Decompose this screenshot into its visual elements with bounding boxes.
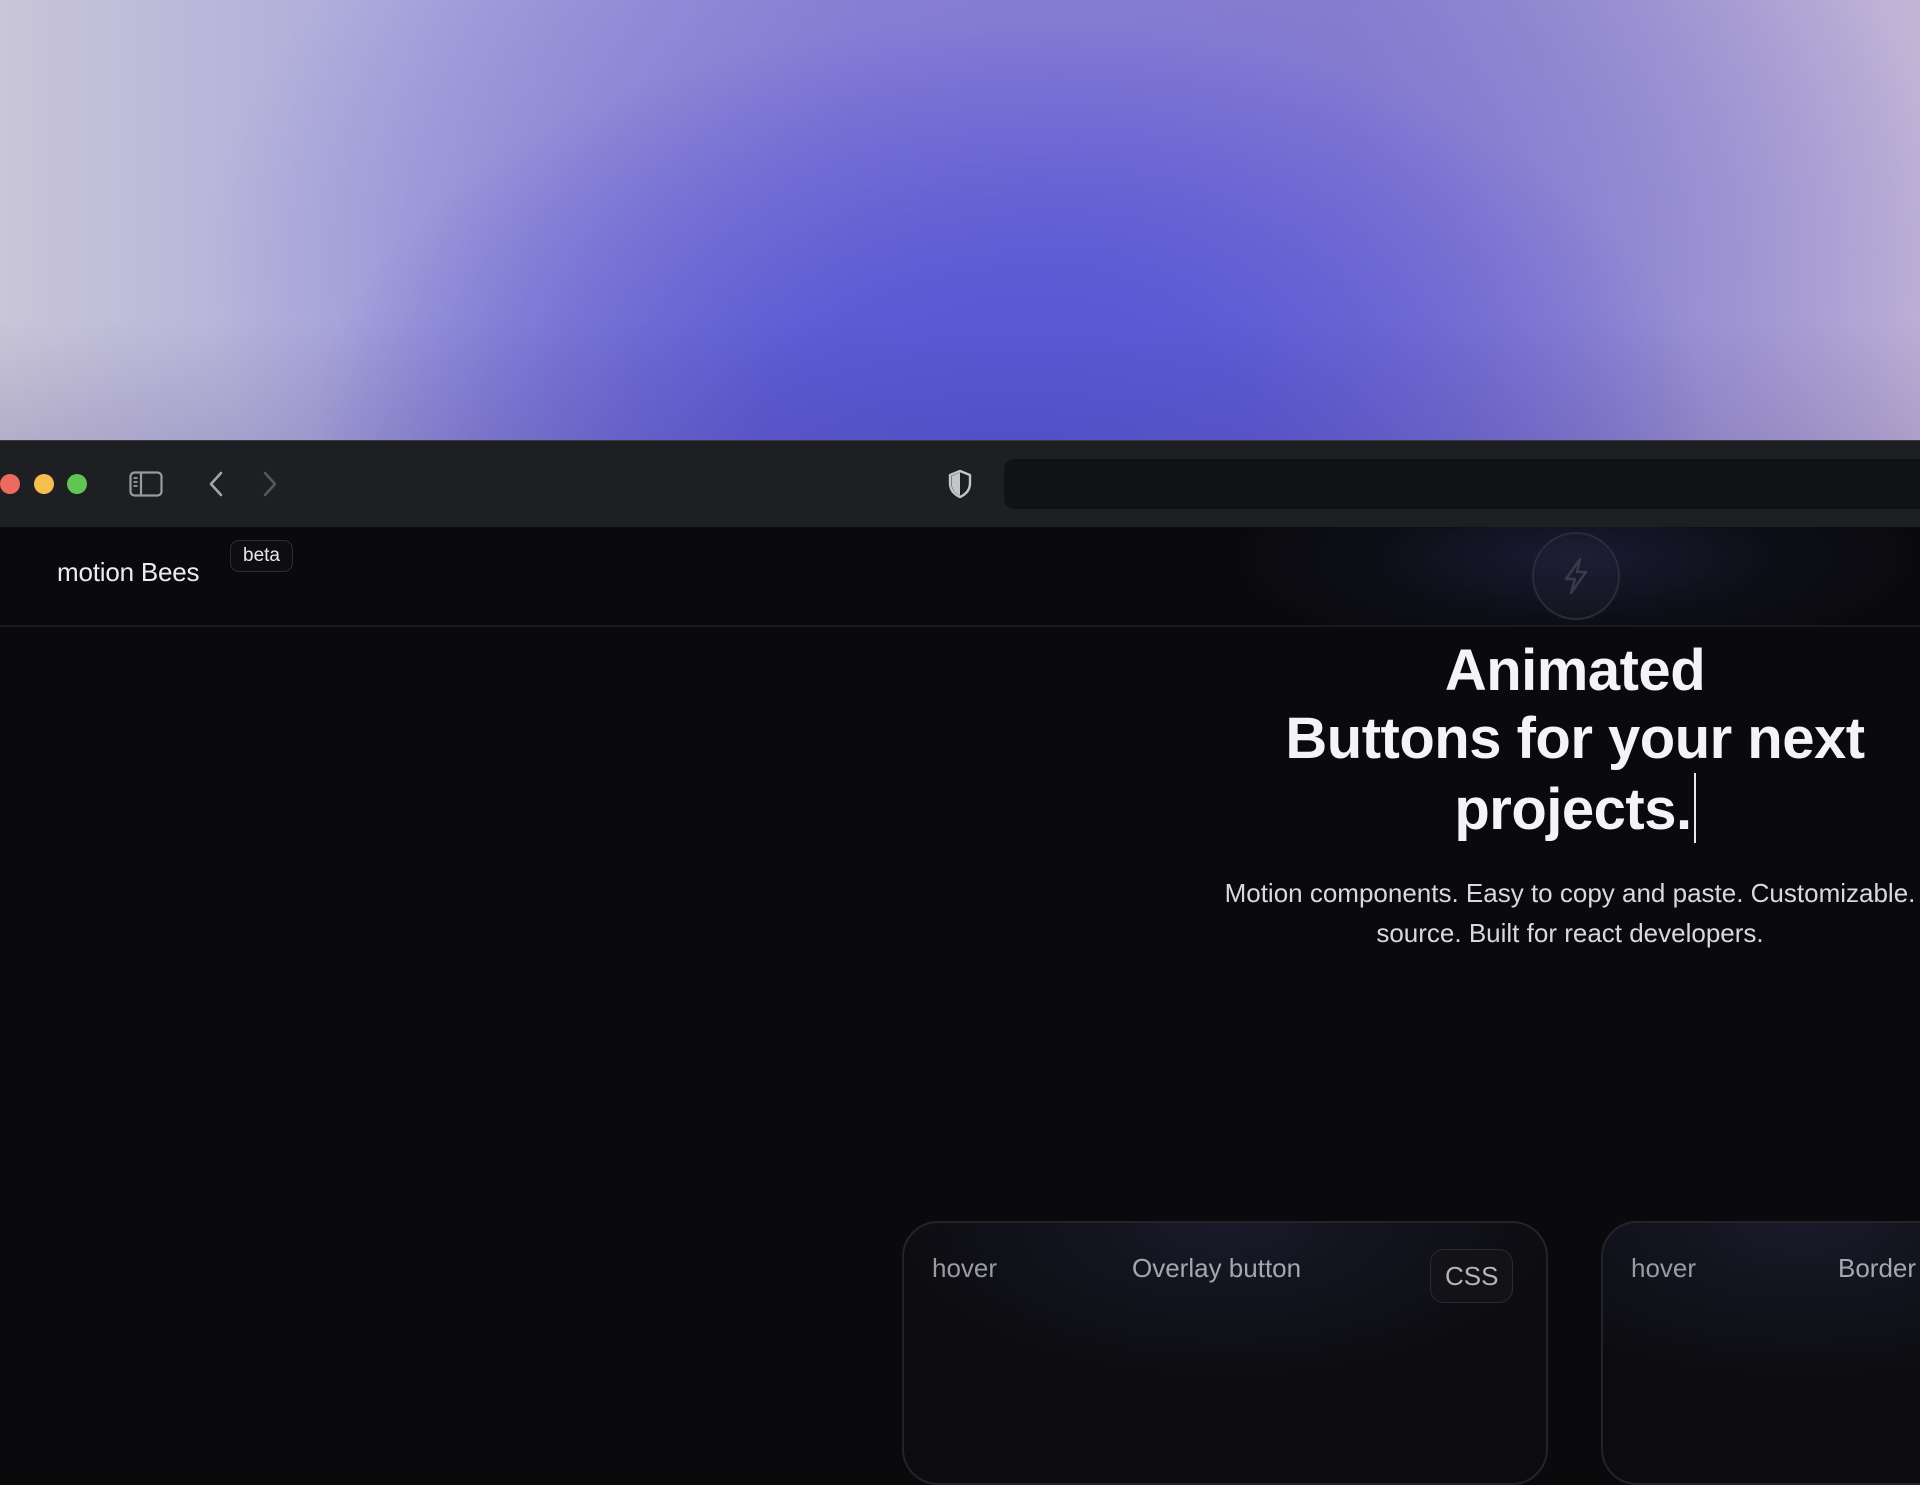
lightning-icon	[1532, 532, 1620, 620]
headline-line-2: Buttons for your next	[1285, 706, 1865, 771]
card-tag: hover	[932, 1253, 998, 1283]
hero-subtitle: Motion components. Easy to copy and past…	[1120, 873, 1920, 953]
shield-icon[interactable]	[944, 466, 976, 502]
browser-toolbar	[0, 440, 1920, 527]
component-card[interactable]: hover Border	[1601, 1221, 1920, 1485]
hero-headline: Animated Buttons for your next projects.	[1220, 637, 1920, 844]
card-title: Overlay button	[1132, 1253, 1302, 1283]
beta-badge: beta	[230, 540, 293, 572]
zoom-window-button[interactable]	[67, 474, 87, 494]
subtitle-line-1: Motion components. Easy to copy and past…	[1224, 878, 1916, 908]
text-cursor	[1693, 773, 1696, 843]
chevron-left-icon[interactable]	[204, 466, 228, 502]
headline-line-1: Animated	[1444, 638, 1706, 703]
site-navbar: motion Bees beta	[0, 527, 1920, 627]
subtitle-line-2: source. Built for react developers.	[1376, 918, 1764, 948]
address-bar[interactable]	[1004, 459, 1920, 509]
brand-logo-text[interactable]: motion Bees	[57, 557, 200, 588]
css-badge[interactable]: CSS	[1430, 1249, 1514, 1303]
minimize-window-button[interactable]	[34, 474, 54, 494]
close-window-button[interactable]	[0, 474, 20, 494]
card-title: Border	[1838, 1253, 1917, 1283]
headline-line-3: projects.	[1220, 773, 1920, 844]
desktop-wallpaper	[0, 0, 1920, 440]
component-card[interactable]: hover Overlay button CSS	[902, 1221, 1548, 1485]
sidebar-toggle-icon[interactable]	[128, 466, 164, 502]
web-page: motion Bees beta Animated Buttons for yo…	[0, 527, 1920, 1485]
card-tag: hover	[1631, 1253, 1697, 1283]
headline-line-3-text: projects.	[1454, 777, 1692, 842]
chevron-right-icon[interactable]	[258, 466, 282, 502]
